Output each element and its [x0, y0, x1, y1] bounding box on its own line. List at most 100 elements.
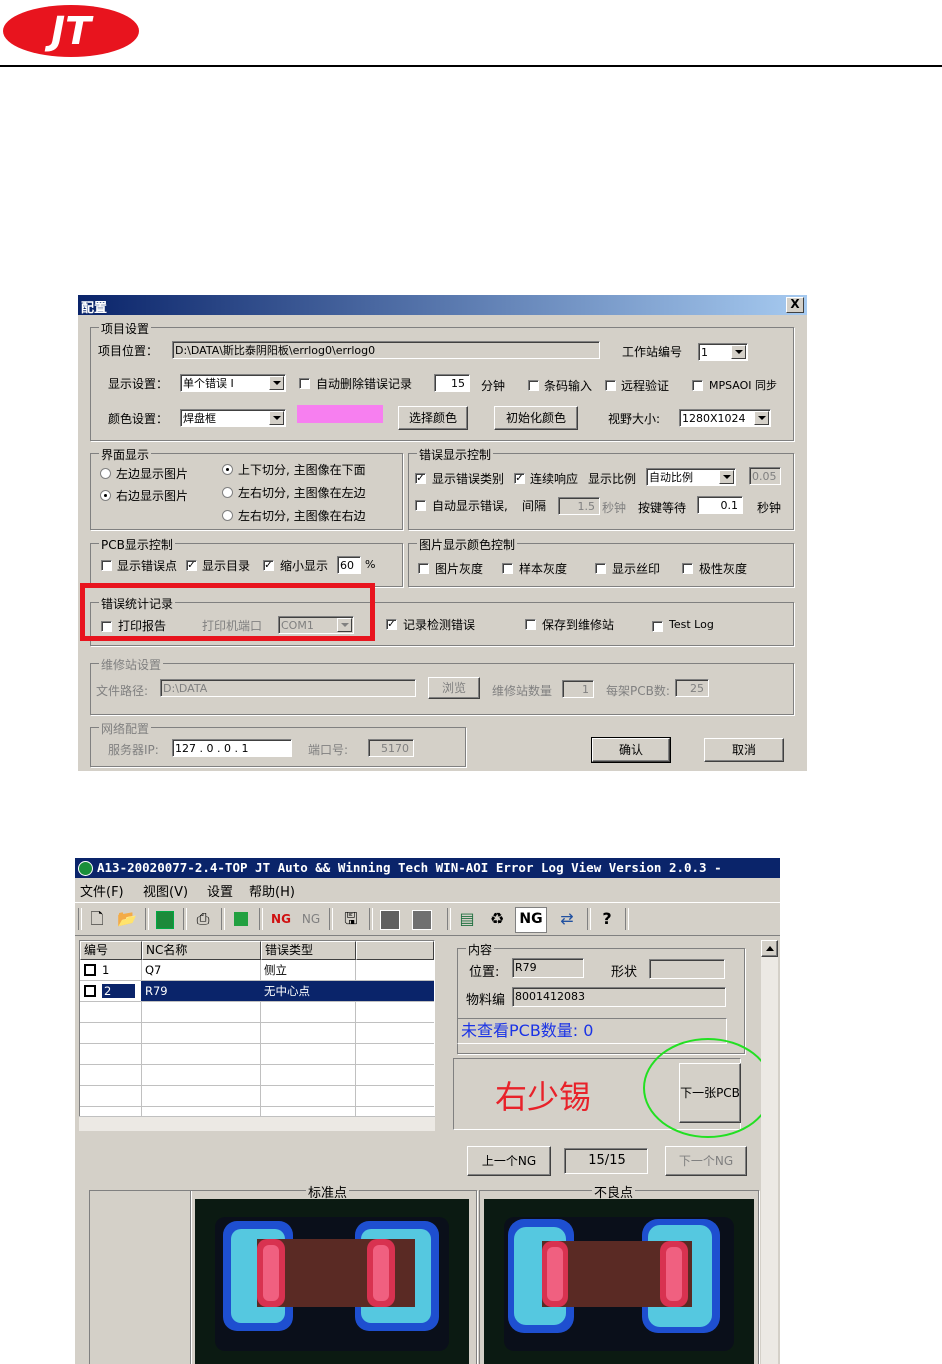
help-icon[interactable]: ? [595, 907, 619, 931]
table-row[interactable]: 2 R79 无中心点 [80, 981, 434, 1002]
group-label: PCB显示控制 [99, 536, 175, 553]
right-pic-radio[interactable] [100, 490, 111, 501]
show-directory-checkbox[interactable]: ✓ [186, 560, 197, 571]
show-error-points-checkbox[interactable] [101, 560, 112, 571]
init-color-button[interactable]: 初始化颜色 [494, 406, 578, 430]
show-type-checkbox[interactable]: ✓ [415, 473, 426, 484]
panel-icon[interactable] [409, 907, 433, 931]
network-icon[interactable]: ⇄ [555, 907, 579, 931]
board-icon[interactable] [152, 907, 176, 931]
chevron-down-icon[interactable] [731, 345, 746, 359]
station-select[interactable]: 1 [698, 343, 748, 361]
menu-file[interactable]: 文件(F) [80, 881, 124, 900]
cancel-button[interactable]: 取消 [704, 738, 784, 762]
continuous-checkbox[interactable]: ✓ [514, 473, 525, 484]
repair-count-field[interactable]: 1 [562, 680, 594, 698]
column-header[interactable] [356, 941, 434, 960]
choose-color-button[interactable]: 选择颜色 [398, 406, 468, 430]
split-top-radio[interactable] [222, 464, 233, 475]
save-to-repair-label: 保存到维修站 [542, 618, 615, 632]
chevron-down-icon[interactable] [754, 411, 769, 425]
server-ip-field[interactable]: 127 . 0 . 0 . 1 [172, 739, 292, 757]
table-row[interactable]: 1 Q7 侧立 [80, 960, 434, 981]
menu-help[interactable]: 帮助(H) [249, 881, 295, 900]
interval-field[interactable]: 1.5 [558, 497, 600, 515]
split-right-radio[interactable] [222, 510, 233, 521]
ratio-value: 自动比例 [649, 471, 693, 484]
ratio-number-field[interactable]: 0.05 [749, 467, 781, 485]
save-to-repair-checkbox[interactable] [525, 619, 536, 630]
ng-icon[interactable]: NG [515, 907, 547, 933]
continuous-label: 连续响应 [530, 472, 579, 486]
row-name: R79 [142, 981, 261, 1001]
color-select[interactable]: 焊盘框 [180, 409, 286, 427]
auto-show-checkbox[interactable] [415, 500, 426, 511]
split-left-radio[interactable] [222, 487, 233, 498]
row-checkbox[interactable] [84, 964, 96, 976]
print-icon[interactable]: ⎙ [191, 907, 215, 931]
polarity-gray-checkbox[interactable] [682, 563, 693, 574]
project-path-field[interactable]: D:\DATA\斯比泰阴阳板\errlog0\errlog0 [172, 341, 600, 359]
ng-gray-icon[interactable]: NG [299, 907, 323, 931]
prev-ng-button[interactable]: 上一个NG [467, 1146, 551, 1176]
column-header[interactable]: 编号 [80, 941, 142, 960]
open-icon[interactable]: 📂 [115, 907, 139, 931]
remote-label: 远程验证 [621, 379, 670, 393]
ng-red-icon[interactable]: NG [269, 907, 293, 931]
view-size-value: 1280X1024 [682, 412, 746, 425]
screen-icon[interactable]: ▤ [455, 907, 479, 931]
column-header[interactable]: NC名称 [142, 941, 261, 960]
group-label: 项目设置 [99, 320, 152, 337]
key-wait-field[interactable]: 0.1 [697, 496, 743, 514]
remote-checkbox[interactable] [605, 380, 616, 391]
save-icon[interactable]: 🖫 [339, 907, 363, 931]
gray-checkbox[interactable] [418, 563, 429, 574]
silkscreen-checkbox[interactable] [595, 563, 606, 574]
sample-gray-checkbox[interactable] [502, 563, 513, 574]
chevron-down-icon[interactable] [719, 470, 734, 484]
record-errors-checkbox[interactable]: ✓ [386, 619, 397, 630]
column-header[interactable]: 错误类型 [261, 941, 356, 960]
recycle-icon[interactable]: ♻ [485, 907, 509, 931]
left-pic-radio[interactable] [100, 468, 111, 479]
close-icon[interactable]: X [786, 297, 804, 313]
vertical-scrollbar[interactable] [761, 940, 778, 1364]
color-label: 颜色设置： [108, 412, 169, 426]
mpsaoi-checkbox[interactable] [692, 380, 703, 391]
view-size-select[interactable]: 1280X1024 [679, 409, 771, 427]
per-rack-field[interactable]: 25 [675, 679, 709, 697]
annotation-circle [643, 1038, 773, 1138]
horizontal-scrollbar[interactable] [79, 1116, 435, 1131]
shrink-field[interactable]: 60 [337, 556, 361, 574]
app-titlebar: A13-20020077-2.4-TOP JT Auto && Winning … [75, 858, 780, 878]
barcode-checkbox[interactable] [528, 380, 539, 391]
menu-settings[interactable]: 设置 [207, 881, 233, 900]
ok-button[interactable]: 确认 [591, 737, 671, 763]
repair-path-field[interactable]: D:\DATA [160, 679, 416, 697]
chevron-down-icon[interactable] [269, 411, 284, 425]
test-log-checkbox[interactable] [652, 621, 663, 632]
group-label: 内容 [466, 941, 495, 958]
menu-view[interactable]: 视图(V) [143, 881, 188, 900]
ratio-select[interactable]: 自动比例 [646, 468, 736, 486]
shrink-checkbox[interactable]: ✓ [263, 560, 274, 571]
layout-icon[interactable] [377, 907, 401, 931]
browse-button[interactable]: 浏览 [428, 677, 480, 699]
svg-text:JT: JT [44, 9, 94, 53]
toolbar-separator [369, 908, 373, 930]
next-ng-button[interactable]: 下一个NG [665, 1146, 747, 1176]
part-label: 物料编 [466, 993, 506, 1008]
group-label: 界面显示 [99, 446, 152, 463]
chevron-down-icon[interactable] [269, 376, 284, 390]
display-select[interactable]: 单个错误 I [180, 374, 286, 392]
scroll-up-icon[interactable] [761, 940, 778, 957]
minutes-field[interactable]: 15 [434, 374, 470, 392]
record-errors-label: 记录检测错误 [403, 618, 476, 632]
grid-icon[interactable] [229, 907, 253, 931]
port-field[interactable]: 5170 [368, 739, 414, 757]
auto-delete-checkbox[interactable] [299, 378, 310, 389]
table-row-empty [80, 1086, 434, 1107]
toolbar-separator [78, 908, 82, 930]
row-checkbox[interactable] [84, 985, 96, 997]
new-icon[interactable]: 🗋 [85, 907, 109, 931]
